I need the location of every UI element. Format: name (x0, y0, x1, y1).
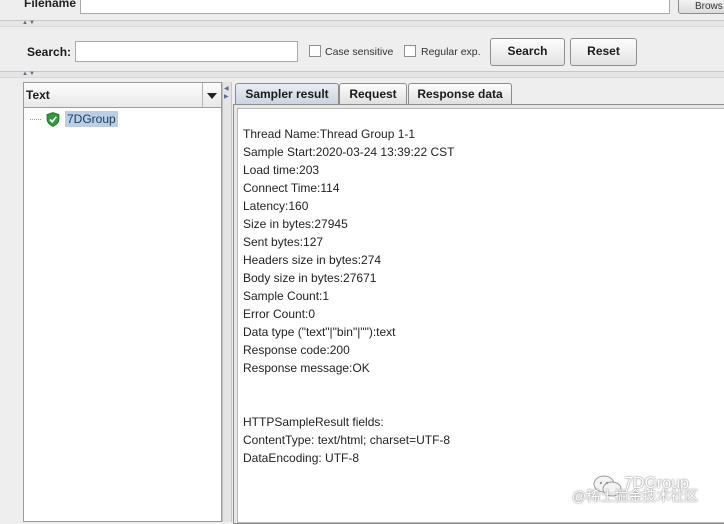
result-line: Sent bytes:127 (243, 235, 324, 249)
filename-label: Filename (24, 0, 77, 10)
green-shield-check-icon (46, 112, 60, 127)
collapse-right-icon[interactable]: ▶ (224, 94, 229, 100)
result-line: Sample Count:1 (243, 289, 330, 303)
result-lines: Thread Name:Thread Group 1-1 Sample Start… (243, 125, 454, 467)
result-tree-panel: Text 7DGroup (23, 82, 222, 522)
result-line: Size in bytes:27945 (243, 217, 348, 231)
result-line: Response code:200 (243, 343, 350, 357)
result-line: Headers size in bytes:274 (243, 253, 382, 267)
regex-checkbox[interactable] (404, 45, 416, 57)
splitter-arrows-icon[interactable]: ▲▼ (22, 20, 36, 27)
result-line: Connect Time:114 (243, 181, 340, 195)
result-line: Response message:OK (243, 361, 370, 375)
tree-header[interactable]: Text (24, 83, 221, 108)
sampler-result-text[interactable]: Thread Name:Thread Group 1-1 Sample Start… (237, 108, 724, 523)
watermark-sub: @稀土掘金技术社区 (572, 488, 699, 504)
regex-label: Regular exp. (421, 46, 481, 58)
result-line: Latency:160 (243, 199, 309, 213)
tree-connector-line (30, 119, 41, 120)
result-line: Thread Name:Thread Group 1-1 (243, 127, 416, 141)
collapse-left-icon[interactable]: ◀ (224, 86, 229, 92)
result-line: Load time:203 (243, 163, 320, 177)
tab-content: Thread Name:Thread Group 1-1 Sample Start… (233, 104, 724, 524)
result-line: HTTPSampleResult fields: (243, 415, 384, 429)
filename-field[interactable] (80, 0, 670, 14)
vertical-splitter[interactable]: ◀ ▶ (222, 82, 232, 522)
search-input[interactable] (75, 41, 298, 62)
result-line: ContentType: text/html; charset=UTF-8 (243, 433, 451, 447)
tree-node-7dgroup[interactable]: 7DGroup (65, 111, 118, 127)
splitter-arrows-icon[interactable]: ▲▼ (22, 71, 36, 78)
case-sensitive-checkbox[interactable] (309, 45, 321, 57)
tab-response-data[interactable]: Response data (408, 83, 512, 105)
result-line: Data type ("text"|"bin"|""):text (243, 325, 396, 339)
result-detail-panel: Sampler result Request Response data Thr… (232, 82, 724, 524)
reset-button[interactable]: Reset (570, 38, 637, 66)
search-button[interactable]: Search (490, 38, 565, 66)
browse-button[interactable]: Brows (678, 0, 724, 14)
result-line: Sample Start:2020-03-24 13:39:22 CST (243, 145, 455, 159)
tab-sampler-result[interactable]: Sampler result (235, 83, 339, 105)
result-line: Error Count:0 (243, 307, 316, 321)
case-sensitive-label: Case sensitive (325, 46, 394, 58)
tree-header-label: Text (26, 88, 50, 102)
search-label: Search: (27, 45, 72, 59)
result-line: Body size in bytes:27671 (243, 271, 377, 285)
result-line (243, 377, 454, 395)
result-line (243, 395, 454, 413)
chevron-down-icon[interactable] (202, 83, 221, 107)
tab-request[interactable]: Request (339, 83, 407, 105)
horizontal-splitter-bottom[interactable] (0, 71, 724, 78)
horizontal-splitter-top[interactable] (0, 20, 724, 27)
result-line: DataEncoding: UTF-8 (243, 451, 360, 465)
